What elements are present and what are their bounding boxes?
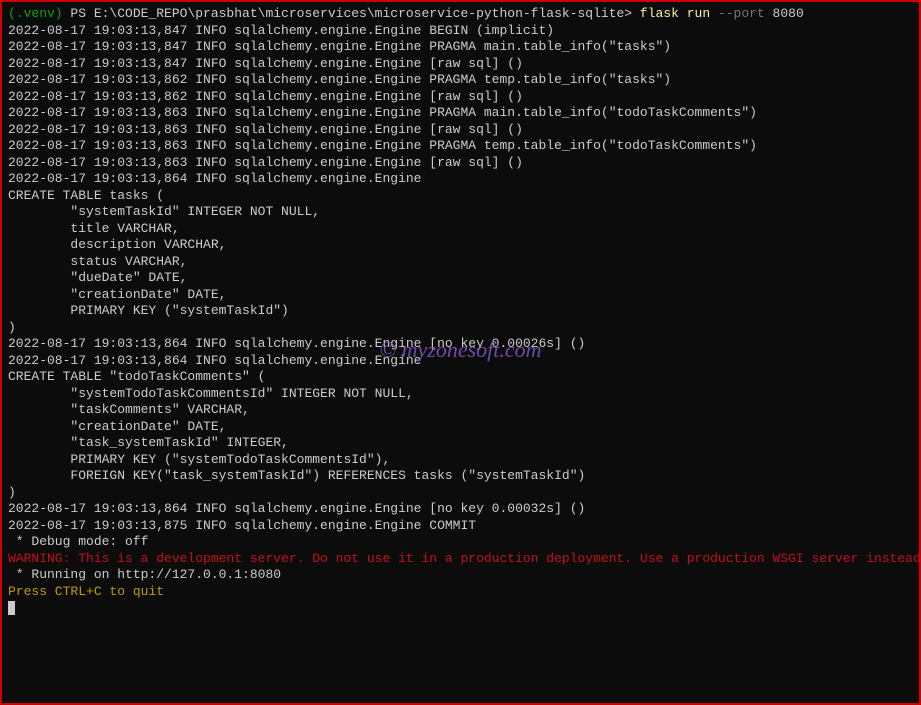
command-flag: --port [710, 6, 765, 21]
cursor [8, 601, 15, 615]
log-line: "systemTodoTaskCommentsId" INTEGER NOT N… [8, 386, 913, 403]
log-line: "task_systemTaskId" INTEGER, [8, 435, 913, 452]
log-output: 2022-08-17 19:03:13,847 INFO sqlalchemy.… [8, 23, 913, 601]
log-line: * Debug mode: off [8, 534, 913, 551]
log-line: 2022-08-17 19:03:13,862 INFO sqlalchemy.… [8, 72, 913, 89]
log-line: 2022-08-17 19:03:13,864 INFO sqlalchemy.… [8, 336, 913, 353]
log-line: FOREIGN KEY("task_systemTaskId") REFEREN… [8, 468, 913, 485]
log-line: "taskComments" VARCHAR, [8, 402, 913, 419]
log-line: title VARCHAR, [8, 221, 913, 238]
cursor-line[interactable] [8, 600, 913, 617]
log-line: PRIMARY KEY ("systemTodoTaskCommentsId")… [8, 452, 913, 469]
log-line: 2022-08-17 19:03:13,863 INFO sqlalchemy.… [8, 105, 913, 122]
log-line: CREATE TABLE tasks ( [8, 188, 913, 205]
prompt-line: (.venv) PS E:\CODE_REPO\prasbhat\microse… [8, 6, 913, 23]
log-line: description VARCHAR, [8, 237, 913, 254]
log-line: 2022-08-17 19:03:13,863 INFO sqlalchemy.… [8, 122, 913, 139]
log-line: "creationDate" DATE, [8, 287, 913, 304]
terminal-output[interactable]: (.venv) PS E:\CODE_REPO\prasbhat\microse… [8, 6, 913, 617]
log-line: Press CTRL+C to quit [8, 584, 913, 601]
ps-prompt: PS E:\CODE_REPO\prasbhat\microservices\m… [63, 6, 640, 21]
log-line: "dueDate" DATE, [8, 270, 913, 287]
log-line: 2022-08-17 19:03:13,864 INFO sqlalchemy.… [8, 353, 913, 370]
log-line: status VARCHAR, [8, 254, 913, 271]
log-line: 2022-08-17 19:03:13,847 INFO sqlalchemy.… [8, 56, 913, 73]
log-line: "systemTaskId" INTEGER NOT NULL, [8, 204, 913, 221]
log-line: ) [8, 320, 913, 337]
log-line: WARNING: This is a development server. D… [8, 551, 913, 568]
log-line: 2022-08-17 19:03:13,863 INFO sqlalchemy.… [8, 138, 913, 155]
command: flask run [640, 6, 710, 21]
log-line: 2022-08-17 19:03:13,864 INFO sqlalchemy.… [8, 501, 913, 518]
log-line: 2022-08-17 19:03:13,864 INFO sqlalchemy.… [8, 171, 913, 188]
log-line: 2022-08-17 19:03:13,847 INFO sqlalchemy.… [8, 39, 913, 56]
log-line: * Running on http://127.0.0.1:8080 [8, 567, 913, 584]
log-line: ) [8, 485, 913, 502]
log-line: 2022-08-17 19:03:13,847 INFO sqlalchemy.… [8, 23, 913, 40]
log-line: PRIMARY KEY ("systemTaskId") [8, 303, 913, 320]
log-line: 2022-08-17 19:03:13,862 INFO sqlalchemy.… [8, 89, 913, 106]
venv-indicator: (.venv) [8, 6, 63, 21]
log-line: 2022-08-17 19:03:13,863 INFO sqlalchemy.… [8, 155, 913, 172]
log-line: CREATE TABLE "todoTaskComments" ( [8, 369, 913, 386]
command-arg: 8080 [765, 6, 804, 21]
log-line: 2022-08-17 19:03:13,875 INFO sqlalchemy.… [8, 518, 913, 535]
log-line: "creationDate" DATE, [8, 419, 913, 436]
